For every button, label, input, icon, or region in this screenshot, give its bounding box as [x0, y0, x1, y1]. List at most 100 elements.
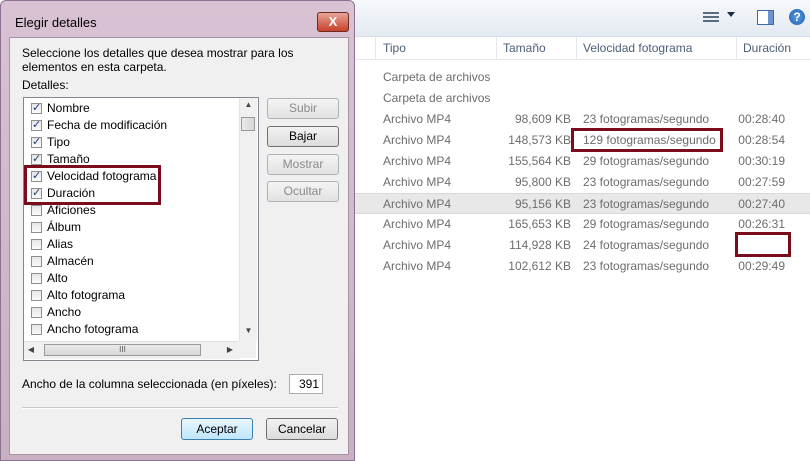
table-row[interactable]: Archivo MP4 95,800 KB 23 fotogramas/segund… [355, 172, 810, 193]
cell-duration: 00:30:19 [738, 154, 785, 168]
column-header-framerate[interactable]: Velocidad fotograma [583, 41, 692, 55]
scroll-up-icon[interactable]: ▲ [240, 100, 257, 109]
accept-button[interactable]: Aceptar [181, 418, 253, 440]
cell-duration: 00:26:31 [738, 217, 785, 231]
detail-item-label: Ancho fotograma [47, 322, 139, 336]
vertical-scrollbar[interactable]: ▲ ▼ [239, 98, 257, 341]
dialog-description: Seleccione los detalles que desea mostra… [22, 46, 294, 74]
detail-item-label: Tamaño [47, 152, 90, 166]
cell-type: Archivo MP4 [383, 259, 452, 273]
detail-checkbox[interactable] [31, 205, 42, 216]
detail-item-label: Alias [47, 237, 74, 251]
column-width-input[interactable]: 391 [289, 374, 323, 394]
column-header-duration[interactable]: Duración [743, 41, 791, 55]
detail-checkbox[interactable] [31, 135, 42, 148]
table-row[interactable]: Carpeta de archivos [355, 67, 810, 88]
detail-checkbox[interactable] [31, 256, 42, 267]
highlight-selected-details-box [24, 165, 161, 205]
explorer-toolbar: ? [355, 0, 810, 37]
cell-size: 95,156 KB [514, 197, 571, 211]
cancel-button[interactable]: Cancelar [266, 418, 338, 440]
cell-size: 102,612 KB [508, 259, 571, 273]
table-row[interactable]: Archivo MP4 155,564 KB 29 fotogramas/segun… [355, 151, 810, 172]
choose-details-dialog: Elegir detalles X Seleccione los detalle… [0, 0, 355, 461]
scrollbar-corner [239, 341, 256, 358]
cell-type: Archivo MP4 [383, 112, 452, 126]
table-row[interactable]: Archivo MP4 102,612 KB 23 fotogramas/segun… [355, 256, 810, 277]
dialog-body: Seleccione los detalles que desea mostra… [9, 37, 349, 455]
detail-checkbox[interactable] [31, 222, 42, 233]
detail-item-label: Fecha de modificación [47, 118, 168, 132]
scroll-right-icon[interactable]: ▶ [223, 345, 237, 354]
cell-size: 165,653 KB [508, 217, 571, 231]
cell-type: Archivo MP4 [383, 175, 452, 189]
detail-checkbox[interactable] [31, 273, 42, 284]
change-view-icon[interactable] [703, 10, 719, 26]
cell-duration: 00:27:40 [738, 197, 785, 211]
column-width-label: Ancho de la columna seleccionada (en píx… [22, 377, 277, 391]
detail-checkbox[interactable] [31, 307, 42, 318]
detail-item-label: Tipo [47, 135, 70, 149]
detail-item-label: Álbum [47, 220, 82, 234]
horizontal-scroll-thumb[interactable]: III [44, 344, 201, 356]
detail-checkbox[interactable] [31, 152, 42, 165]
detail-checkbox[interactable] [31, 239, 42, 250]
cell-duration: 00:28:54 [738, 133, 785, 147]
close-icon[interactable]: X [317, 12, 349, 32]
highlight-framerate-box [571, 128, 723, 152]
cell-type: Carpeta de archivos [383, 70, 491, 84]
table-row[interactable]: Archivo MP4 98,609 KB 23 fotogramas/segund… [355, 109, 810, 130]
detail-item-label: Ancho [47, 305, 82, 319]
show-button[interactable]: Mostrar [267, 154, 339, 175]
dialog-divider [22, 407, 338, 409]
details-list-label: Detalles: [22, 78, 69, 92]
column-header-type[interactable]: Tipo [383, 41, 406, 55]
help-icon[interactable]: ? [789, 9, 805, 25]
detail-item-label: Aficiones [47, 203, 96, 217]
dialog-title: Elegir detalles [15, 15, 97, 30]
cell-type: Archivo MP4 [383, 133, 452, 147]
move-up-button[interactable]: Subir [267, 98, 339, 119]
details-listbox[interactable]: NombreFecha de modificaciónTipoTamañoVel… [23, 97, 259, 361]
cell-size: 98,609 KB [514, 112, 571, 126]
move-down-button[interactable]: Bajar [267, 126, 339, 147]
table-row[interactable]: Carpeta de archivos [355, 88, 810, 109]
cell-duration: 00:29:49 [738, 259, 785, 273]
column-header-size[interactable]: Tamaño [503, 41, 546, 55]
cell-size: 155,564 KB [508, 154, 571, 168]
detail-checkbox[interactable] [31, 324, 42, 335]
hide-button[interactable]: Ocultar [267, 181, 339, 202]
cell-type: Archivo MP4 [383, 217, 452, 231]
detail-checkbox[interactable] [31, 290, 42, 301]
detail-item-label: Almacén [47, 254, 94, 268]
vertical-scroll-thumb[interactable] [241, 117, 255, 131]
cell-size: 148,573 KB [508, 133, 571, 147]
cell-framerate: 23 fotogramas/segundo [583, 259, 710, 273]
scroll-left-icon[interactable]: ◀ [24, 345, 38, 354]
scroll-down-icon[interactable]: ▼ [240, 326, 257, 335]
table-row[interactable]: Archivo MP4 95,156 KB 23 fotogramas/segund… [355, 193, 810, 214]
cell-framerate: 23 fotogramas/segundo [583, 112, 710, 126]
detail-checkbox[interactable] [31, 118, 42, 131]
view-options-chevron-down-icon[interactable] [727, 12, 735, 17]
cell-framerate: 29 fotogramas/segundo [583, 217, 710, 231]
preview-pane-icon[interactable] [757, 10, 774, 25]
horizontal-scrollbar[interactable]: ◀ III ▶ [24, 341, 239, 359]
cell-type: Archivo MP4 [383, 197, 452, 211]
cell-framerate: 23 fotogramas/segundo [583, 197, 710, 211]
cell-framerate: 24 fotogramas/segundo [583, 238, 710, 252]
cell-framerate: 29 fotogramas/segundo [583, 154, 710, 168]
cell-duration: 00:27:59 [738, 175, 785, 189]
cell-type: Archivo MP4 [383, 238, 452, 252]
detail-item-label: Alto fotograma [47, 288, 126, 302]
detail-checkbox[interactable] [31, 101, 42, 114]
detail-item-label: Nombre [47, 101, 90, 115]
detail-item-label: Alto [47, 271, 68, 285]
highlight-duration-box [735, 232, 791, 257]
cell-framerate: 23 fotogramas/segundo [583, 175, 710, 189]
cell-duration: 00:28:40 [738, 112, 785, 126]
cell-size: 95,800 KB [514, 175, 571, 189]
cell-size: 114,928 KB [509, 238, 571, 252]
cell-type: Carpeta de archivos [383, 91, 491, 105]
cell-type: Archivo MP4 [383, 154, 452, 168]
